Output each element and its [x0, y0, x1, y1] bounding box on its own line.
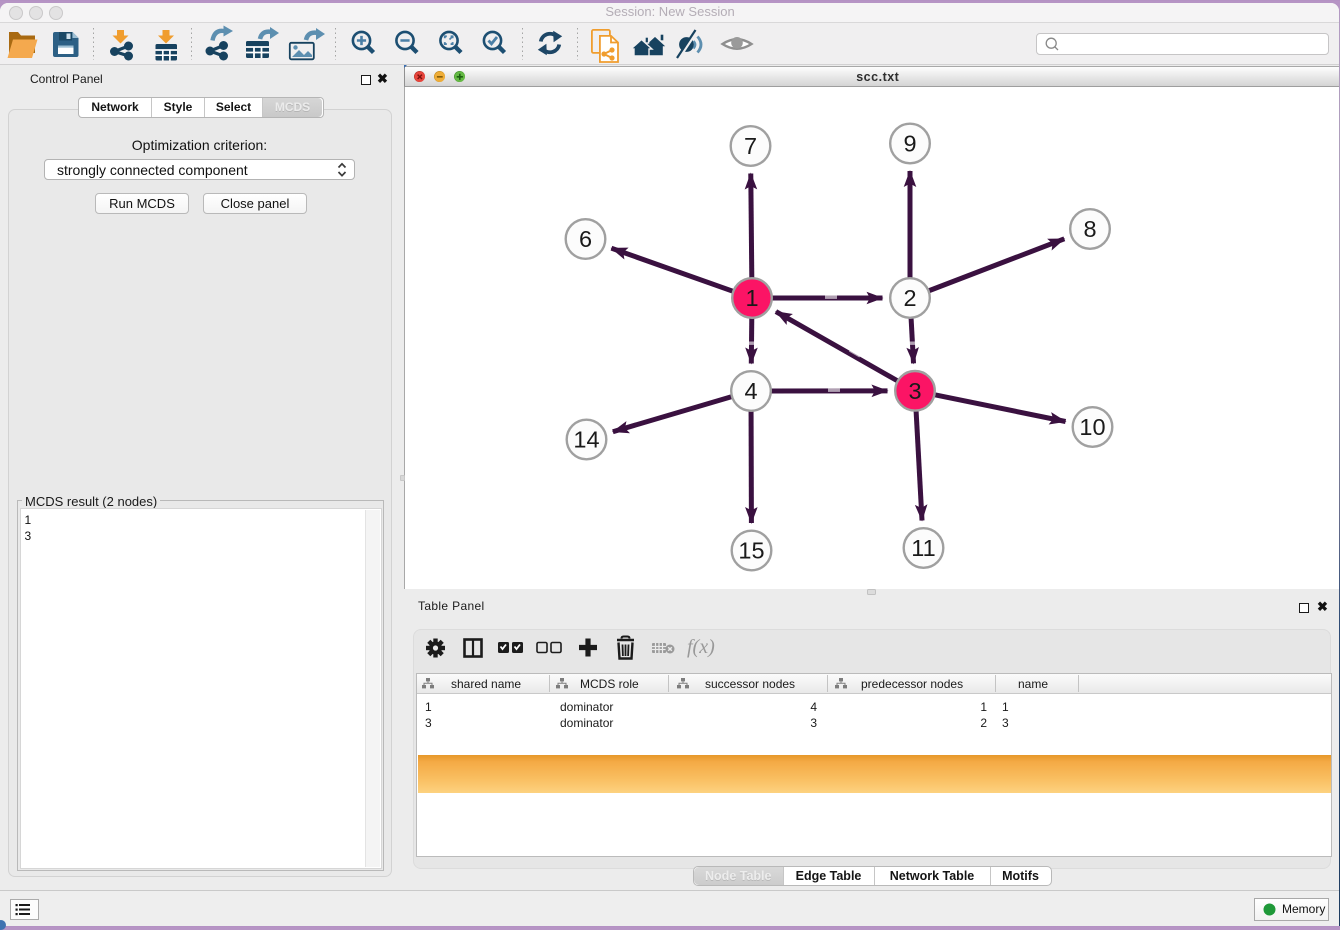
svg-text:11: 11: [911, 535, 935, 561]
svg-text:7: 7: [744, 133, 757, 159]
svg-text:10: 10: [1079, 414, 1105, 440]
svg-text:1: 1: [745, 285, 758, 311]
svg-text:15: 15: [738, 538, 764, 564]
svg-text:14: 14: [573, 427, 599, 453]
svg-text:9: 9: [903, 131, 916, 157]
svg-text:6: 6: [579, 226, 592, 252]
svg-text:3: 3: [908, 378, 921, 404]
svg-text:4: 4: [744, 378, 757, 404]
svg-text:8: 8: [1083, 216, 1096, 242]
svg-text:2: 2: [903, 285, 916, 311]
